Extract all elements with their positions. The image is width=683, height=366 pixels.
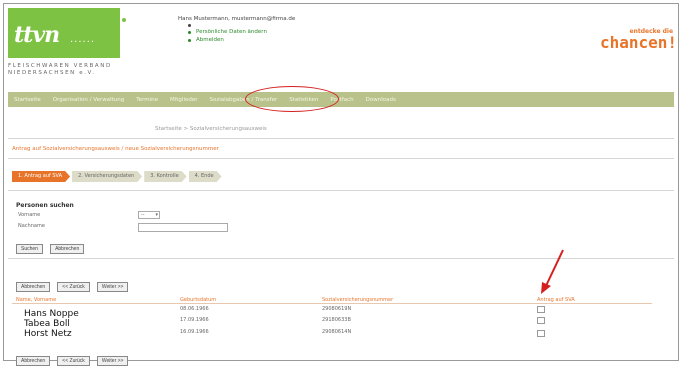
user-link-profile[interactable]: Persönliche Daten ändern	[188, 28, 295, 36]
salutation-select[interactable]: -- ▾	[138, 211, 160, 219]
logo-mark: ttvn	[14, 22, 60, 48]
nav-item-termine[interactable]: Termine	[130, 97, 164, 103]
search-title: Personen suchen	[16, 202, 74, 209]
logo-trail: ......	[70, 34, 96, 45]
cancel-button[interactable]: Abbrechen	[16, 282, 51, 292]
breadcrumb: Startseite > Sozialversicherungsausweis	[155, 126, 267, 132]
lastname-input[interactable]	[138, 223, 228, 232]
back-button[interactable]: << Zurück	[57, 282, 90, 292]
page-subtitle: Antrag auf Sozialversicherungsausweis / …	[12, 146, 219, 152]
nav-item-organisation[interactable]: Organisation / Verwaltung	[47, 97, 131, 103]
chevron-down-icon: ▾	[155, 212, 158, 218]
pager-top: Abbrechen << Zurück Weiter >>	[16, 273, 130, 292]
reset-button[interactable]: Abbrechen	[50, 244, 85, 254]
annotation-ellipse	[245, 86, 339, 112]
divider	[8, 138, 674, 139]
sva-checkbox[interactable]	[537, 317, 545, 324]
sva-checkbox[interactable]	[537, 306, 545, 313]
svnr: 29080619N	[322, 306, 352, 312]
birth-date: 08.06.1966	[180, 306, 209, 312]
step-indicator: 1. Antrag auf SVA 2. Versicherungsdaten …	[12, 171, 224, 182]
person-name: Horst Netz	[24, 329, 72, 339]
main-nav: Startseite Organisation / Verwaltung Ter…	[8, 92, 674, 107]
svnr: 29080614N	[322, 329, 352, 335]
step-2: 2. Versicherungsdaten	[72, 171, 142, 182]
divider	[8, 258, 674, 259]
user-line: Hans Mustermann, mustermann@firma.de	[178, 16, 296, 22]
person-name: Hans Noppe	[24, 309, 79, 319]
user-link-logout[interactable]: Abmelden	[188, 36, 295, 44]
step-1: 1. Antrag auf SVA	[12, 171, 70, 182]
table-header-divider	[12, 303, 652, 304]
search-button[interactable]: Suchen	[16, 244, 43, 254]
person-search-form: Personen suchen Vorname -- ▾ Nachname Su…	[16, 202, 236, 254]
nav-item-mitglieder[interactable]: Mitglieder	[164, 97, 204, 103]
step-3: 3. Kontrolle	[144, 171, 186, 182]
next-button[interactable]: Weiter >>	[96, 282, 129, 292]
pager-bottom: Abbrechen << Zurück Weiter >>	[16, 347, 130, 366]
logo-subtitle-line1: FLEISCHWAREN VERBAND	[8, 63, 112, 69]
nav-item-home[interactable]: Startseite	[8, 97, 47, 103]
divider	[8, 190, 674, 191]
slogan-big: chancen!	[600, 33, 678, 52]
birth-date: 17.09.1966	[180, 317, 209, 323]
slogan: entdecke die chancen!	[600, 28, 677, 52]
lastname-label: Nachname	[18, 223, 45, 229]
annotation-arrow-icon	[541, 249, 564, 294]
sva-checkbox[interactable]	[537, 330, 545, 337]
logo-dot	[122, 18, 126, 22]
salutation-select-value: --	[141, 212, 145, 218]
divider	[8, 158, 674, 159]
step-4: 4. Ende	[189, 171, 222, 182]
logo-subtitle-line2: NIEDERSACHSEN e.V.	[8, 70, 96, 76]
person-name: Tabea Boll	[24, 319, 70, 329]
bullet-icon	[188, 24, 191, 27]
svnr: 29180633B	[322, 317, 351, 323]
nav-item-downloads[interactable]: Downloads	[360, 97, 402, 103]
logo[interactable]: ttvn ......	[8, 8, 120, 58]
birth-date: 16.09.1966	[180, 329, 209, 335]
user-box: Hans Mustermann, mustermann@firma.de Per…	[178, 16, 295, 44]
firstname-label: Vorname	[18, 212, 41, 218]
logo-subtitle: FLEISCHWAREN VERBAND NIEDERSACHSEN e.V.	[8, 63, 112, 77]
